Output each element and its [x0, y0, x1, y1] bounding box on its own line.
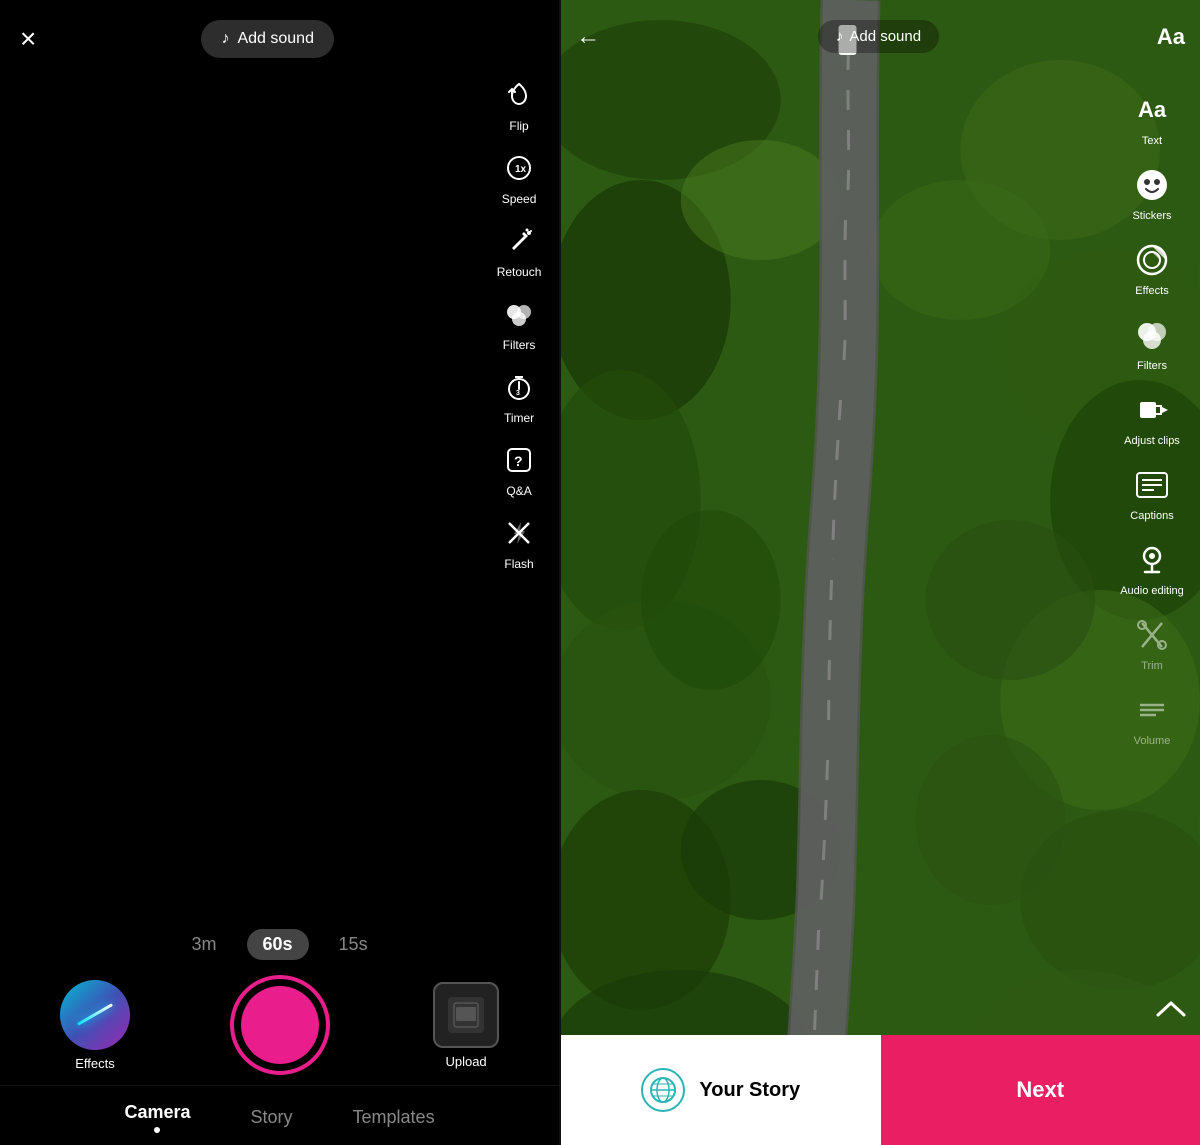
- effects-side-label: Effects: [1135, 285, 1168, 297]
- volume-icon: [1130, 688, 1174, 732]
- retouch-icon: [504, 226, 534, 261]
- side-tool-volume[interactable]: Volume: [1112, 680, 1192, 755]
- speed-label: Speed: [502, 192, 537, 206]
- captions-icon: [1130, 463, 1174, 507]
- filters-side-label: Filters: [1137, 360, 1167, 372]
- upload-button[interactable]: Upload: [433, 982, 499, 1069]
- side-tool-filters[interactable]: Filters: [1112, 305, 1192, 380]
- svg-text:1x: 1x: [515, 164, 527, 175]
- your-story-button[interactable]: Your Story: [561, 1035, 880, 1145]
- filters-tool[interactable]: Filters: [503, 289, 536, 362]
- add-sound-right-button[interactable]: ♪ Add sound: [818, 20, 939, 53]
- retouch-label: Retouch: [497, 265, 542, 279]
- effects-label: Effects: [75, 1056, 115, 1071]
- audio-icon: [1130, 538, 1174, 582]
- timer-tool[interactable]: 3 Timer: [504, 362, 534, 435]
- filters-label: Filters: [503, 338, 536, 352]
- duration-selector: 3m 60s 15s: [0, 919, 559, 975]
- camera-toolbar: Flip 1x Speed Re: [479, 60, 559, 591]
- tab-templates[interactable]: Templates: [323, 1103, 465, 1132]
- qa-label: Q&A: [506, 484, 531, 498]
- capture-button-inner: [241, 986, 319, 1064]
- retouch-tool[interactable]: Retouch: [497, 216, 542, 289]
- volume-label: Volume: [1134, 735, 1171, 747]
- right-bottom-bar: Your Story Next: [561, 1035, 1200, 1145]
- chevron-up-button[interactable]: [1156, 999, 1186, 1025]
- back-button[interactable]: ←: [576, 23, 600, 51]
- effects-side-icon: [1130, 238, 1174, 282]
- tab-story[interactable]: Story: [221, 1103, 323, 1132]
- left-header: × ♪ Add sound: [0, 0, 559, 58]
- flip-icon: [504, 80, 534, 115]
- text-tool-label: Text: [1142, 135, 1162, 147]
- right-header: ← ♪ Add sound Aa: [561, 0, 1200, 53]
- road-svg: [561, 0, 1200, 1145]
- flash-icon: [504, 518, 534, 553]
- side-tool-captions[interactable]: Captions: [1112, 455, 1192, 530]
- timer-icon: 3: [504, 372, 534, 407]
- side-tool-trim[interactable]: Trim: [1112, 605, 1192, 680]
- music-note-icon: ♪: [836, 28, 844, 45]
- filters-side-icon: [1130, 313, 1174, 357]
- upload-label: Upload: [445, 1054, 486, 1069]
- qa-tool[interactable]: ? Q&A: [504, 435, 534, 508]
- next-button[interactable]: Next: [881, 1035, 1200, 1145]
- stickers-tool-label: Stickers: [1132, 210, 1171, 222]
- side-tool-adjust[interactable]: Adjust clips: [1112, 380, 1192, 455]
- svg-text:3: 3: [516, 390, 520, 397]
- your-story-label: Your Story: [699, 1079, 800, 1102]
- your-story-icon: [641, 1068, 685, 1112]
- left-panel: × ♪ Add sound Flip 1x: [0, 0, 559, 1145]
- stickers-icon: [1130, 163, 1174, 207]
- captions-label: Captions: [1130, 510, 1173, 522]
- filters-icon: [504, 299, 534, 334]
- add-sound-button[interactable]: ♪ Add sound: [201, 20, 334, 58]
- flash-label: Flash: [504, 557, 533, 571]
- capture-button[interactable]: [230, 975, 330, 1075]
- audio-label: Audio editing: [1120, 585, 1184, 597]
- right-panel: ← ♪ Add sound Aa Aa Text Stickers: [561, 0, 1200, 1145]
- side-tool-effects[interactable]: Effects: [1112, 230, 1192, 305]
- add-sound-label: Add sound: [237, 30, 314, 48]
- flip-label: Flip: [509, 119, 528, 133]
- effects-button[interactable]: Effects: [60, 980, 130, 1071]
- capture-row: Effects Upload: [0, 975, 559, 1085]
- adjust-label: Adjust clips: [1124, 435, 1180, 447]
- upload-icon: [433, 982, 499, 1048]
- side-tool-stickers[interactable]: Stickers: [1112, 155, 1192, 230]
- duration-3m[interactable]: 3m: [191, 934, 216, 955]
- music-icon: ♪: [221, 30, 229, 48]
- text-tool-button[interactable]: Aa: [1157, 24, 1185, 50]
- effects-icon: [60, 980, 130, 1050]
- text-icon: Aa: [1130, 88, 1174, 132]
- duration-15s[interactable]: 15s: [339, 934, 368, 955]
- side-tool-audio[interactable]: Audio editing: [1112, 530, 1192, 605]
- video-preview: [561, 0, 1200, 1145]
- trim-icon: [1130, 613, 1174, 657]
- speed-tool[interactable]: 1x Speed: [502, 143, 537, 216]
- flash-tool[interactable]: Flash: [504, 508, 534, 581]
- bottom-controls: 3m 60s 15s Effects: [0, 919, 559, 1145]
- close-button[interactable]: ×: [20, 25, 36, 53]
- trim-label: Trim: [1141, 660, 1163, 672]
- speed-icon: 1x: [504, 153, 534, 188]
- flip-tool[interactable]: Flip: [504, 70, 534, 143]
- side-tool-text[interactable]: Aa Text: [1112, 80, 1192, 155]
- tab-camera[interactable]: Camera: [94, 1098, 220, 1137]
- svg-text:?: ?: [514, 453, 523, 469]
- add-sound-right-label: Add sound: [849, 28, 921, 45]
- adjust-icon: [1130, 388, 1174, 432]
- timer-label: Timer: [504, 411, 534, 425]
- bottom-tabs: Camera Story Templates: [0, 1085, 559, 1145]
- right-side-toolbar: Aa Text Stickers: [1112, 80, 1192, 755]
- qa-icon: ?: [504, 445, 534, 480]
- duration-60s[interactable]: 60s: [247, 929, 309, 960]
